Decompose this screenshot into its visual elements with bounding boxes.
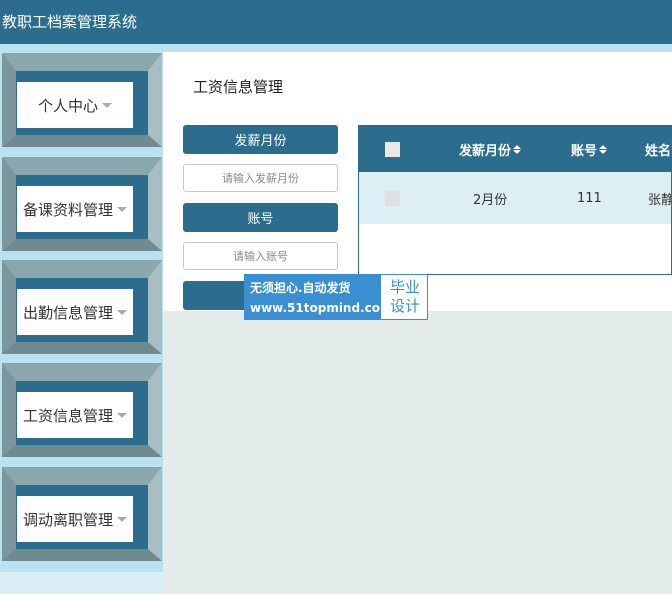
sidebar-item-label: 工资信息管理 bbox=[22, 406, 113, 425]
app-title: 教职工档案管理系统 bbox=[2, 13, 138, 31]
page-title: 工资信息管理 bbox=[193, 78, 284, 96]
sort-icon bbox=[599, 144, 608, 154]
cell-account: 111 bbox=[577, 190, 602, 206]
chevron-down-icon bbox=[117, 309, 127, 315]
filter-label-account: 账号 bbox=[183, 203, 338, 232]
chevron-down-icon bbox=[117, 412, 127, 418]
column-header-month[interactable]: 发薪月份 bbox=[459, 126, 522, 172]
cell-month: 2月份 bbox=[473, 192, 508, 208]
sidebar: 个人中心 备课资料管理 出勤信息管理 工资信息管理 调动离职管理 bbox=[0, 52, 163, 594]
table-row[interactable]: 2月份 111 张静 bbox=[359, 172, 672, 224]
watermark-label-bottom: 设计 bbox=[389, 297, 420, 315]
filter-label-month: 发薪月份 bbox=[183, 125, 338, 154]
salary-table: 发薪月份 账号 姓名 2月份 111 张静 bbox=[358, 125, 672, 275]
chevron-down-icon bbox=[102, 102, 112, 108]
sidebar-item-attendance[interactable]: 出勤信息管理 bbox=[0, 259, 163, 354]
top-header: 教职工档案管理系统 bbox=[0, 0, 672, 44]
sidebar-item-label: 调动离职管理 bbox=[22, 510, 113, 529]
watermark-banner: 无须担心.自动发货 www.51topmind.com 毕业 设计 bbox=[244, 274, 428, 320]
sidebar-item-salary[interactable]: 工资信息管理 bbox=[0, 362, 163, 457]
sidebar-item-label: 出勤信息管理 bbox=[22, 303, 113, 322]
select-all-checkbox[interactable] bbox=[385, 141, 400, 157]
account-search-input[interactable] bbox=[183, 242, 338, 270]
column-header-account[interactable]: 账号 bbox=[571, 126, 608, 172]
month-search-input[interactable] bbox=[183, 164, 338, 192]
sidebar-footer bbox=[0, 572, 163, 594]
watermark-label-top: 毕业 bbox=[389, 278, 420, 296]
row-checkbox[interactable] bbox=[385, 190, 400, 206]
table-header: 发薪月份 账号 姓名 bbox=[359, 126, 671, 172]
sidebar-item-personal-center[interactable]: 个人中心 bbox=[0, 52, 163, 147]
sidebar-item-transfer-resign[interactable]: 调动离职管理 bbox=[0, 466, 163, 561]
sidebar-item-label: 个人中心 bbox=[37, 96, 98, 115]
sort-icon bbox=[513, 144, 522, 154]
watermark-slogan: 无须担心.自动发货 bbox=[250, 281, 351, 295]
column-header-name[interactable]: 姓名 bbox=[645, 126, 671, 172]
header-divider bbox=[0, 44, 672, 52]
chevron-down-icon bbox=[117, 206, 127, 212]
chevron-down-icon bbox=[117, 516, 127, 522]
cell-name: 张静 bbox=[648, 192, 672, 208]
watermark-url: www.51topmind.com bbox=[250, 301, 393, 315]
sidebar-item-lesson-materials[interactable]: 备课资料管理 bbox=[0, 156, 163, 251]
main-panel: 工资信息管理 发薪月份 账号 发薪月份 账号 姓名 2月份 bbox=[163, 52, 672, 311]
sidebar-item-label: 备课资料管理 bbox=[22, 200, 113, 219]
